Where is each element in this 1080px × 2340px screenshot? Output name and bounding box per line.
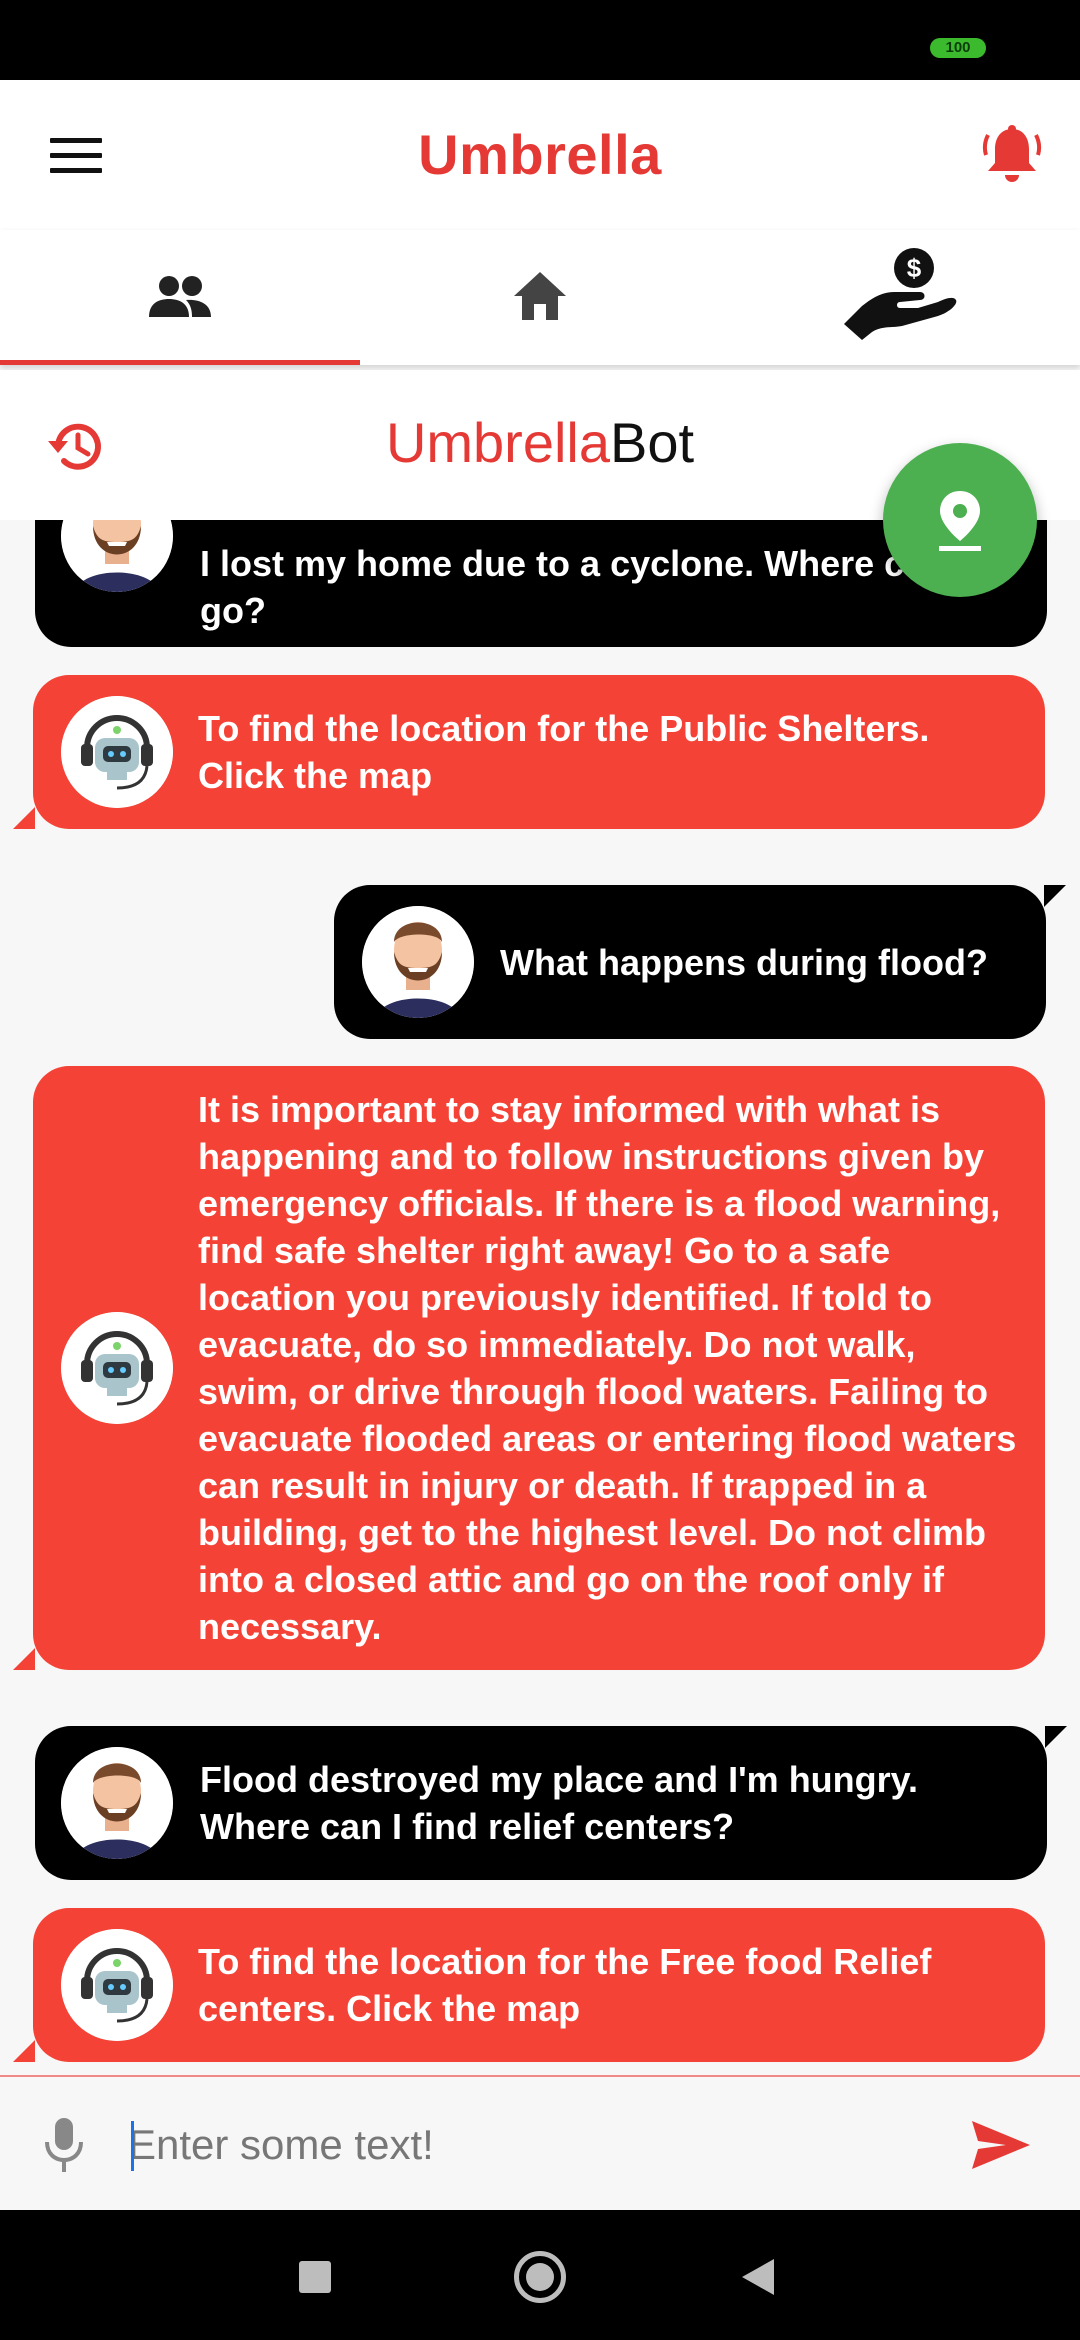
tab-donate[interactable]: $ (720, 230, 1080, 365)
bot-title-part1: Umbrella (385, 411, 610, 474)
user-message: What happens during flood? (334, 885, 1066, 1039)
text-caret (131, 2121, 134, 2171)
app-title: Umbrella (418, 123, 662, 186)
home-button[interactable] (514, 2251, 566, 2303)
tab-bar: $ (0, 230, 1080, 365)
map-location-fab[interactable] (883, 443, 1037, 597)
recents-button[interactable] (299, 2261, 331, 2293)
app-bar: Umbrella (0, 80, 1080, 230)
battery-indicator: 100 (930, 38, 986, 58)
tab-indicator (0, 360, 360, 365)
user-avatar (61, 520, 173, 592)
people-icon (149, 276, 211, 317)
bubble-tail (1044, 885, 1066, 907)
message-text: It is important to stay informed with wh… (198, 1089, 1017, 1647)
bot-avatar (61, 696, 173, 808)
bot-avatar (61, 1312, 173, 1424)
bot-message: To find the location for the Public Shel… (13, 675, 1045, 829)
bell-icon[interactable] (982, 125, 1042, 187)
bubble-tail (13, 2040, 35, 2062)
message-input[interactable] (128, 2107, 948, 2183)
bubble-tail (13, 807, 35, 829)
bubble-tail (13, 1648, 35, 1670)
microphone-icon[interactable] (42, 2116, 86, 2174)
home-icon (514, 272, 566, 320)
input-bar (0, 2075, 1080, 2210)
back-button[interactable] (742, 2259, 774, 2295)
bubble-tail (1045, 1726, 1067, 1748)
location-pin-icon (939, 491, 981, 551)
message-text: To find the location for the Public Shel… (198, 708, 930, 796)
chat-messages[interactable]: I lost my home due to a cyclone. Where c… (0, 520, 1080, 2075)
message-text: What happens during flood? (500, 942, 988, 983)
tab-home[interactable] (360, 230, 720, 365)
tab-people[interactable] (0, 230, 360, 365)
bot-avatar (61, 1929, 173, 2041)
system-nav-bar (0, 2210, 1080, 2340)
user-avatar (61, 1747, 173, 1859)
send-icon[interactable] (970, 2119, 1032, 2171)
user-avatar (362, 906, 474, 1018)
donate-hand-icon: $ (844, 248, 957, 340)
user-message: Flood destroyed my place and I'm hungry.… (35, 1726, 1067, 1880)
bot-message: It is important to stay informed with wh… (13, 1066, 1045, 1670)
message-text: To find the location for the Free food R… (198, 1941, 932, 2029)
svg-text:$: $ (907, 253, 922, 283)
status-bar: 100 (0, 0, 1080, 80)
bot-message: To find the location for the Free food R… (13, 1908, 1045, 2062)
message-text: Flood destroyed my place and I'm hungry.… (200, 1759, 919, 1847)
bot-title-part2: Bot (610, 411, 695, 474)
